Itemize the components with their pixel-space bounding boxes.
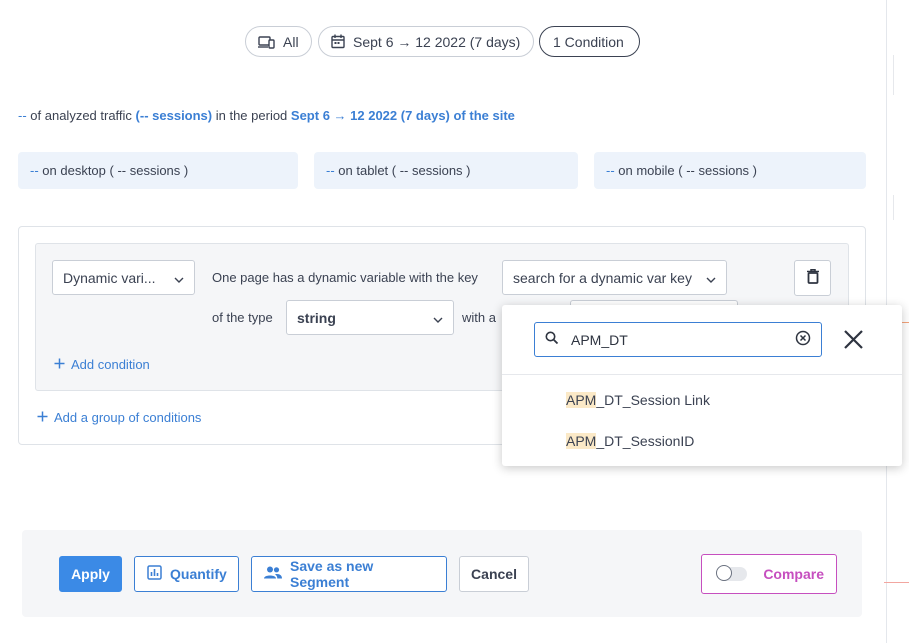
dropdown-search-field[interactable]: APM_DT [534, 322, 822, 357]
compare-toggle-button[interactable]: Compare [701, 554, 837, 594]
toggle-switch[interactable] [716, 565, 748, 581]
option-rest: _DT_SessionID [596, 433, 695, 449]
option-match: APM [566, 392, 597, 408]
compare-label: Compare [763, 566, 824, 582]
of-type-label: of the type [212, 310, 273, 325]
add-condition-link[interactable]: Add condition [54, 357, 150, 372]
condition-filter-label: 1 Condition [553, 33, 624, 50]
plus-icon [37, 410, 48, 425]
condition-type-select[interactable]: Dynamic vari... [52, 260, 195, 295]
apply-label: Apply [71, 566, 110, 582]
condition-type-value: Dynamic vari... [63, 269, 156, 286]
desktop-breakdown: -- on desktop ( -- sessions ) [18, 152, 298, 189]
quantify-button[interactable]: Quantify [134, 556, 239, 592]
summary-period: Sept 6 → 12 2022 (7 days) of the site [290, 108, 515, 123]
mobile-text: on mobile ( -- sessions ) [614, 163, 757, 178]
search-icon [545, 331, 559, 348]
dropdown-option[interactable]: APM_DT_SessionID [566, 433, 694, 449]
tablet-value: -- [326, 163, 335, 178]
value-type-value: string [297, 309, 336, 326]
traffic-summary: -- of analyzed traffic (-- sessions) in … [18, 108, 515, 123]
apply-button[interactable]: Apply [59, 556, 122, 592]
dynamic-key-select[interactable]: search for a dynamic var key [502, 260, 727, 295]
add-group-link[interactable]: Add a group of conditions [37, 410, 201, 425]
users-icon [264, 566, 282, 582]
device-filter-label: All [283, 33, 299, 50]
dynamic-key-placeholder: search for a dynamic var key [513, 269, 692, 286]
delete-condition-button[interactable] [794, 260, 831, 296]
add-group-label: Add a group of conditions [54, 410, 202, 425]
summary-prefix: -- [18, 108, 27, 123]
cancel-label: Cancel [471, 566, 517, 582]
save-segment-button[interactable]: Save as new Segment [251, 556, 447, 592]
date-filter-label: Sept 6 → 12 2022 (7 days) [353, 33, 521, 50]
option-match: APM [566, 433, 597, 449]
search-input[interactable]: APM_DT [571, 332, 783, 348]
mobile-value: -- [606, 163, 615, 178]
option-rest: _DT_Session Link [596, 392, 710, 408]
dropdown-option[interactable]: APM_DT_Session Link [566, 392, 710, 408]
chevron-down-icon [706, 270, 716, 286]
calendar-icon [331, 34, 345, 49]
plus-icon [54, 357, 65, 372]
condition-filter-button[interactable]: 1 Condition [539, 26, 640, 57]
chevron-down-icon [433, 310, 443, 326]
device-filter-button[interactable]: All [245, 26, 312, 57]
clear-circle-icon[interactable] [795, 330, 811, 349]
background-divider [893, 195, 894, 220]
desktop-text: on desktop ( -- sessions ) [38, 163, 189, 178]
cancel-button[interactable]: Cancel [459, 556, 529, 592]
condition-sentence: One page has a dynamic variable with the… [212, 270, 478, 285]
tablet-breakdown: -- on tablet ( -- sessions ) [314, 152, 578, 189]
summary-sessions: (-- sessions) [135, 108, 213, 123]
desktop-value: -- [30, 163, 39, 178]
devices-icon [258, 35, 275, 49]
summary-text: in the period [212, 108, 291, 123]
close-icon[interactable] [843, 329, 864, 353]
chevron-down-icon [174, 270, 184, 286]
with-label: with a [462, 310, 496, 325]
trash-icon [806, 269, 819, 287]
quantify-label: Quantify [170, 566, 227, 582]
background-divider [893, 55, 894, 95]
date-filter-button[interactable]: Sept 6 → 12 2022 (7 days) [318, 26, 534, 57]
chart-icon [147, 565, 162, 583]
summary-text: of analyzed traffic [26, 108, 136, 123]
add-condition-label: Add condition [71, 357, 150, 372]
tablet-text: on tablet ( -- sessions ) [334, 163, 471, 178]
save-segment-label: Save as new Segment [290, 558, 374, 590]
background-chart-line [884, 582, 909, 583]
value-type-select[interactable]: string [286, 300, 454, 335]
dropdown-divider [502, 374, 902, 375]
mobile-breakdown: -- on mobile ( -- sessions ) [594, 152, 866, 189]
